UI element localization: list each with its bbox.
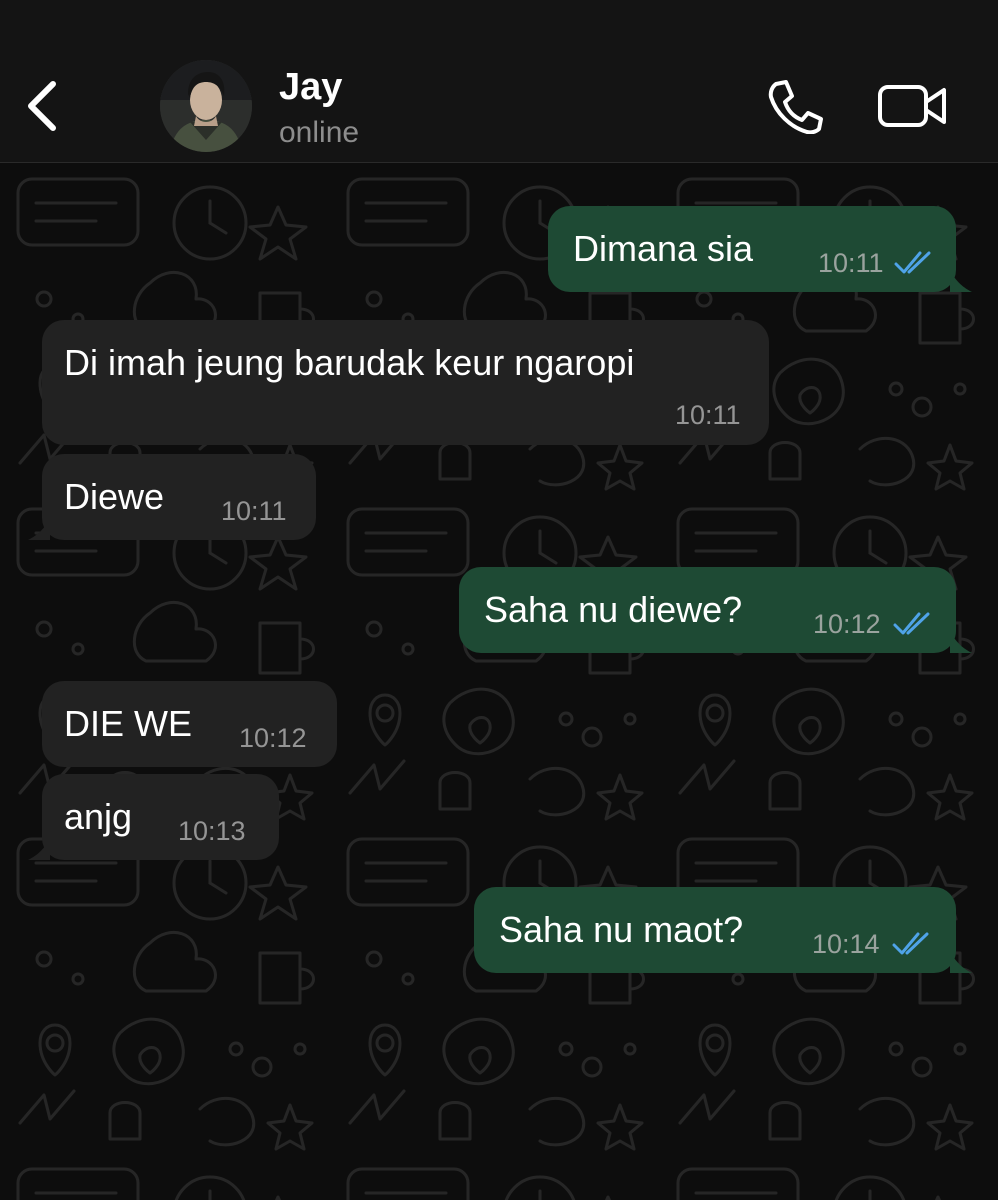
chat-screen: Jay online Dimana sia 10:11 Di imah jeun… (0, 0, 998, 1200)
message-time: 10:11 (675, 400, 741, 430)
video-call-button[interactable] (876, 80, 950, 132)
avatar[interactable] (160, 60, 252, 152)
message-outgoing[interactable]: Saha nu diewe? 10:12 (459, 567, 956, 653)
message-text: Diewe (64, 476, 165, 517)
message-time: 10:12 (813, 609, 881, 639)
chevron-left-icon (28, 81, 56, 131)
chat-area[interactable]: Dimana sia 10:11 Di imah jeung barudak k… (0, 163, 998, 1200)
message-incoming[interactable]: anjg 10:13 (42, 774, 279, 860)
message-time: 10:11 (818, 248, 884, 278)
message-outgoing[interactable]: Saha nu maot? 10:14 (474, 887, 956, 973)
voice-call-button[interactable] (764, 78, 826, 135)
message-incoming[interactable]: Diewe 10:11 (42, 454, 316, 540)
phone-icon (768, 80, 823, 135)
message-time: 10:13 (178, 816, 246, 846)
chat-header: Jay online (0, 0, 998, 163)
message-time: 10:12 (239, 723, 307, 753)
message-time: 10:11 (221, 496, 287, 526)
message-text: DIE WE (64, 703, 193, 744)
read-receipt-icon (892, 932, 929, 955)
contact-status: online (279, 116, 360, 149)
back-button[interactable] (22, 78, 62, 134)
message-incoming[interactable]: Di imah jeung barudak keur ngaropi 10:11 (42, 320, 769, 445)
avatar-image (160, 60, 252, 152)
message-text: Saha nu maot? (499, 909, 744, 950)
video-camera-icon (878, 85, 946, 127)
read-receipt-icon (894, 251, 931, 274)
message-text: Di imah jeung barudak keur ngaropi (64, 342, 635, 383)
message-incoming[interactable]: DIE WE 10:12 (42, 681, 337, 767)
message-text: Dimana sia (573, 228, 754, 269)
bubble-tail (950, 270, 972, 292)
bubble-tail (950, 951, 972, 973)
message-text: anjg (64, 796, 133, 837)
message-outgoing[interactable]: Dimana sia 10:11 (548, 206, 956, 292)
bubble-tail (950, 631, 972, 653)
contact-name[interactable]: Jay (279, 66, 342, 109)
read-receipt-icon (893, 612, 930, 635)
bubble-tail (28, 518, 50, 540)
bubble-tail (28, 838, 50, 860)
message-time: 10:14 (812, 929, 880, 959)
message-text: Saha nu diewe? (484, 589, 743, 630)
